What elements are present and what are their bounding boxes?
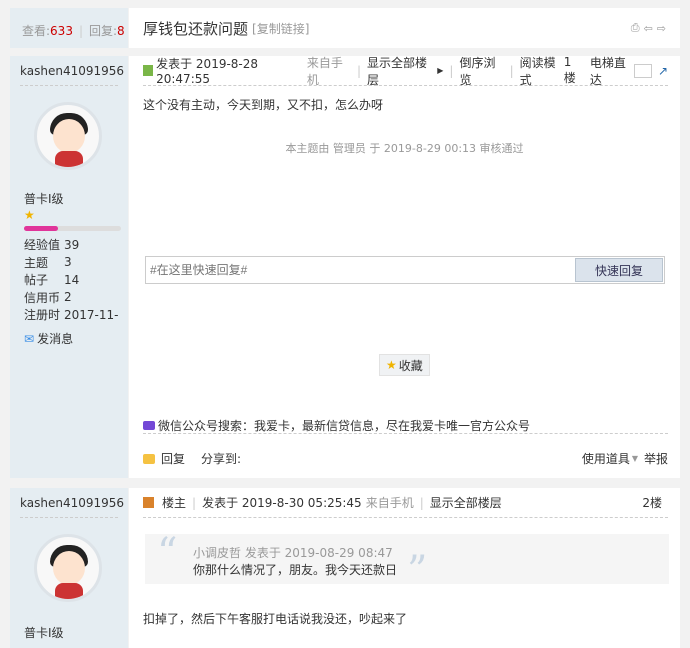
post-1: 发表于 2019-8-28 20:47:55 来自手机 | 显示全部楼层 ▶ |…	[129, 54, 680, 478]
user-stats: 经验值 39 主题 3 帖子 14 信用币 2 注册时 2017-11-	[24, 236, 118, 324]
floor-number: 1楼	[563, 55, 576, 85]
share-label: 分享到:	[201, 452, 242, 466]
stat-value: 2	[64, 290, 72, 305]
avatar[interactable]	[34, 102, 102, 170]
views-count: 633	[50, 23, 73, 38]
copy-link[interactable]: [复制链接]	[252, 20, 309, 37]
quote-text: 你那什么情况了，朋友。我今天还款日	[193, 563, 398, 577]
replies-label: 回复:	[89, 24, 118, 38]
thread-title: 厚钱包还款问题	[143, 20, 249, 38]
reply-icon	[143, 453, 155, 464]
show-all-floors[interactable]: 显示全部楼层	[367, 54, 433, 88]
star-icon: ★	[386, 358, 397, 372]
post-2: 楼主 | 发表于 2019-8-30 05:25:45 来自手机 | 显示全部楼…	[129, 488, 680, 648]
post-content: 扣掉了，然后下午客服打电话说我没还，吵起来了	[143, 612, 408, 626]
close-quote-icon: ”	[407, 548, 428, 594]
author-panel: kashen41091956 普卡I级	[10, 488, 128, 648]
prev-thread-icon[interactable]: ⇦	[644, 22, 653, 35]
stat-value: 2017-11-	[64, 307, 119, 322]
quick-reply-button[interactable]: 快速回复	[575, 258, 663, 282]
quote-block: “ 小调皮哲 发表于 2019-08-29 08:47 你那什么情况了，朋友。我…	[145, 530, 669, 594]
author-name[interactable]: kashen41091956	[20, 496, 124, 510]
thread-stats: 查看: 633 | 回复: 8	[10, 8, 128, 48]
read-mode-link[interactable]: 阅读模式	[520, 54, 564, 88]
stat-label: 主题	[24, 255, 49, 270]
level-progress	[24, 226, 121, 231]
next-thread-icon[interactable]: ⇨	[657, 22, 666, 35]
elevator-input[interactable]	[633, 63, 652, 78]
avatar[interactable]	[34, 534, 102, 602]
stat-label: 注册时	[24, 308, 61, 323]
stat-label: 信用币	[24, 290, 61, 305]
reverse-order-link[interactable]: 倒序浏览	[459, 54, 503, 88]
use-tools-link[interactable]: 使用道具	[582, 450, 630, 467]
thread-header: 厚钱包还款问题 [复制链接] ⎙ ⇦ ⇨	[129, 8, 680, 48]
caret-right-icon: ▶	[437, 66, 444, 75]
favorite-label: 收藏	[398, 358, 423, 373]
caret-down-icon: ▼	[631, 454, 638, 463]
stat-value: 14	[64, 272, 80, 287]
author-name[interactable]: kashen41091956	[20, 64, 124, 78]
post-time: 发表于 2019-8-30 05:25:45	[202, 496, 362, 510]
op-icon	[143, 497, 154, 508]
favorite-button[interactable]: ★ 收藏	[379, 354, 430, 376]
stat-value: 39	[64, 237, 80, 252]
floor-number: 2楼	[642, 496, 662, 510]
quick-reply-box: 快速回复	[145, 256, 665, 284]
wechat-notice: 微信公众号搜索：我爱卡，最新信贷信息，尽在我爱卡唯一官方公众号	[158, 419, 531, 433]
stat-label: 经验值	[24, 238, 61, 253]
wechat-icon	[143, 421, 155, 430]
mail-icon: ✉	[24, 331, 35, 346]
print-icon[interactable]: ⎙	[631, 21, 640, 35]
send-message-link[interactable]: ✉ 发消息	[24, 330, 73, 347]
mobile-icon	[143, 65, 154, 76]
author-panel: kashen41091956 普卡I级 ★ 经验值 39 主题 3 帖子 14 信用币…	[10, 56, 128, 478]
post-source: 来自手机	[306, 55, 343, 87]
moderation-notice: 本主题由 管理员 于 2019-8-29 00:13 审核通过	[285, 142, 524, 155]
stat-value: 3	[64, 255, 72, 270]
user-level: 普卡I级	[24, 626, 64, 640]
quote-author: 小调皮哲 发表于 2019-08-29 08:47	[193, 546, 393, 560]
post-content: 这个没有主动，今天到期，又不扣，怎么办呀	[143, 98, 384, 112]
show-all-floors[interactable]: 显示全部楼层	[430, 494, 502, 511]
go-icon[interactable]: ↗	[658, 64, 668, 78]
op-label: 楼主	[162, 496, 187, 510]
quick-reply-input[interactable]	[146, 257, 574, 283]
views-label: 查看:	[22, 24, 51, 38]
reply-link[interactable]: 回复	[161, 450, 185, 467]
elevator-label: 电梯直达	[589, 55, 626, 87]
stat-label: 帖子	[24, 273, 49, 288]
replies-count: 8	[117, 23, 125, 38]
star-icon: ★	[24, 208, 35, 222]
report-link[interactable]: 举报	[644, 450, 668, 467]
open-quote-icon: “	[157, 530, 178, 576]
send-message-label: 发消息	[37, 332, 74, 346]
user-level: 普卡I级	[24, 192, 64, 206]
post-time: 发表于 2019-8-28 20:47:55	[156, 57, 259, 86]
post-source: 来自手机	[365, 496, 414, 510]
